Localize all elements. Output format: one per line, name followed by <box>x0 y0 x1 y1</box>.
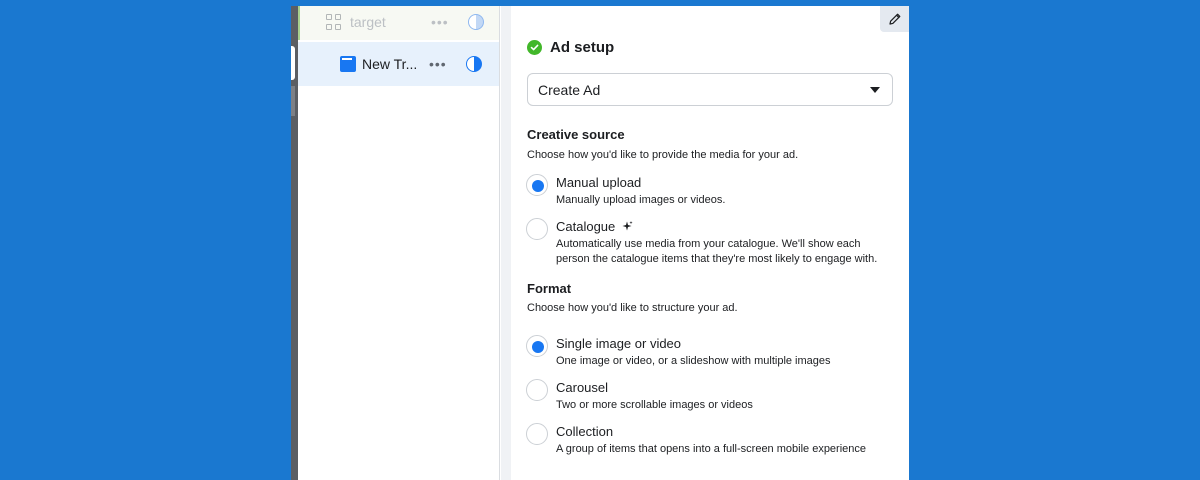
check-circle-icon <box>527 40 542 55</box>
option-description: Manually upload images or videos. <box>556 194 726 206</box>
ad-setup-dropdown[interactable]: Create Ad <box>527 73 893 106</box>
more-options-icon[interactable]: ••• <box>431 14 449 30</box>
dropdown-value: Create Ad <box>538 81 601 98</box>
tree-item-adset[interactable]: target ••• <box>298 6 499 40</box>
single-image-radio[interactable] <box>526 335 548 357</box>
tree-item-ad[interactable]: New Tr... ••• <box>298 42 499 86</box>
option-label-wrap: Catalogue <box>556 219 633 234</box>
section-title: Ad setup <box>550 39 615 56</box>
half-circle-icon <box>466 56 482 72</box>
option-label: Manual upload <box>556 175 642 190</box>
carousel-radio[interactable] <box>526 379 548 401</box>
option-description: Automatically use media from your catalo… <box>556 238 878 265</box>
option-label: Single image or video <box>556 336 682 351</box>
option-label: Catalogue <box>556 219 616 234</box>
ads-manager-window: target ••• New Tr... ••• Ad setup Create… <box>291 6 909 480</box>
half-circle-icon <box>468 14 484 30</box>
left-nav-strip <box>291 6 298 480</box>
format-description: Choose how you'd like to structure your … <box>527 302 738 314</box>
more-options-icon[interactable]: ••• <box>429 56 447 72</box>
pencil-icon <box>888 13 900 25</box>
grid-icon <box>326 14 342 30</box>
campaign-tree: target ••• New Tr... ••• <box>298 6 500 480</box>
manual-upload-radio[interactable] <box>526 174 548 196</box>
creative-source-heading: Creative source <box>527 127 625 142</box>
edit-button[interactable] <box>880 6 909 32</box>
collection-radio[interactable] <box>526 423 548 445</box>
option-label: Carousel <box>556 380 609 395</box>
ad-icon <box>340 56 356 72</box>
caret-down-icon <box>870 87 880 93</box>
option-description: One image or video, or a slideshow with … <box>556 355 831 367</box>
format-heading: Format <box>527 281 572 296</box>
resize-handle[interactable] <box>291 46 295 80</box>
option-description: A group of items that opens into a full-… <box>556 443 867 455</box>
creative-source-description: Choose how you'd like to provide the med… <box>527 149 799 161</box>
ad-label: New Tr... <box>362 56 418 72</box>
section-header: Ad setup <box>527 39 614 56</box>
nav-marker <box>291 86 295 116</box>
catalogue-radio[interactable] <box>526 218 548 240</box>
sparkle-icon <box>622 221 633 231</box>
option-label: Collection <box>556 424 614 439</box>
adset-label: target <box>350 14 386 30</box>
option-description: Two or more scrollable images or videos <box>556 399 753 411</box>
